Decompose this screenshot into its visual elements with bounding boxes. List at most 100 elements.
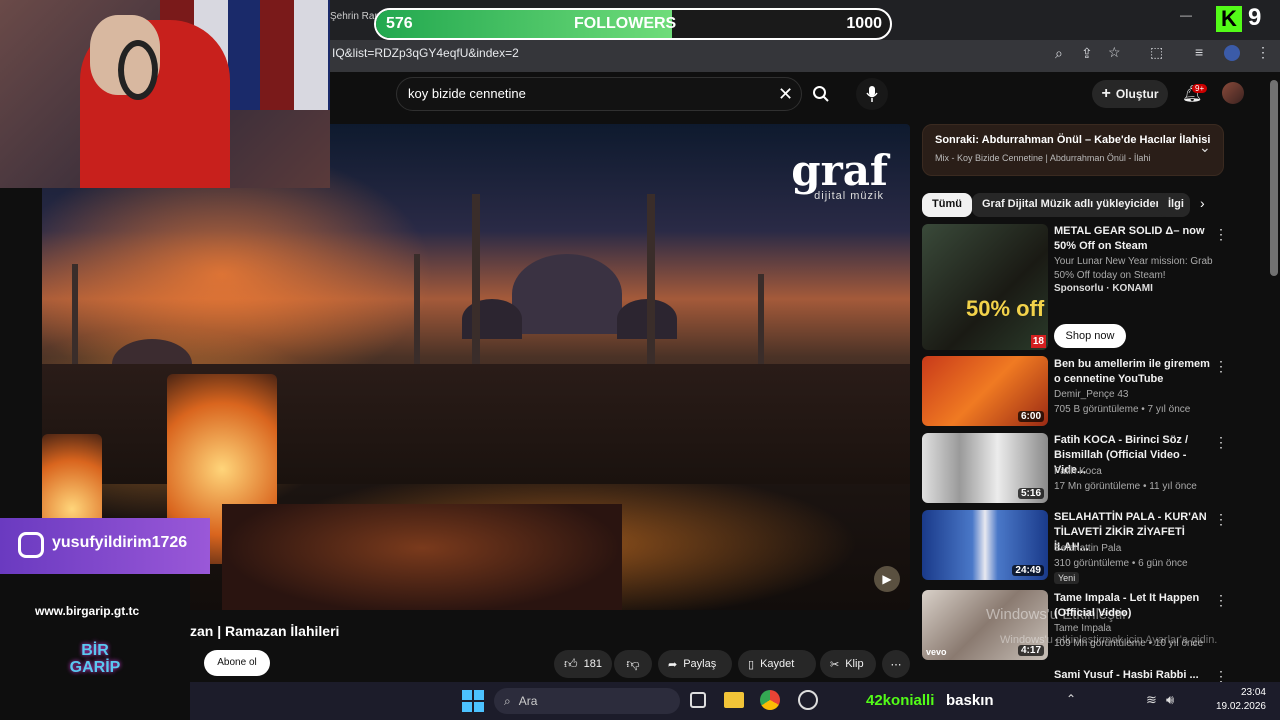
taskbar-search-label: Ara <box>518 694 538 708</box>
windows-activation-title: Windows'u Etkinleştir <box>986 606 1128 623</box>
zoom-icon[interactable]: ⌕ <box>1055 45 1063 62</box>
more-options-icon[interactable]: ⋮ <box>1214 511 1228 528</box>
tray-chevron-icon[interactable]: ⌃ <box>1066 692 1076 706</box>
chevron-down-icon[interactable]: ⌄ <box>1199 139 1211 156</box>
network-icon[interactable]: ≋ <box>1146 692 1157 708</box>
followers-goal: 1000 <box>846 15 882 32</box>
channel-watermark-sub: dijital müzik <box>814 190 884 202</box>
duration-badge: 4:17 <box>1017 645 1044 656</box>
bookmark-icon: ▯ <box>748 658 755 671</box>
thumbs-up-icon: 👍︎ <box>564 656 578 671</box>
minaret <box>647 194 655 374</box>
clear-search-icon[interactable]: ✕ <box>778 84 793 105</box>
clip-label: Klip <box>845 658 864 670</box>
instagram-banner: yusufyildirim1726 <box>0 518 210 574</box>
video-title: zan | Ramazan İlahileri <box>190 623 340 639</box>
sidebar-item-stats: 310 görüntüleme • 6 gün önce <box>1054 558 1188 569</box>
search-input[interactable]: koy bizide cennetine <box>408 86 526 101</box>
ad-description: Your Lunar New Year mission: Grab 50% Of… <box>1054 256 1213 281</box>
subscribe-button[interactable]: Abone ol <box>204 650 270 676</box>
clock-time[interactable]: 23:04 <box>1226 687 1266 698</box>
chevron-right-icon[interactable]: › <box>1200 195 1205 211</box>
duration-badge: 6:00 <box>1017 411 1044 422</box>
new-badge: Yeni <box>1054 572 1080 584</box>
chip-all[interactable]: Tümü <box>922 193 972 217</box>
video-thumbnail[interactable]: 24:49 <box>922 510 1048 580</box>
search-button[interactable] <box>802 77 840 111</box>
followers-current: 576 <box>386 15 413 32</box>
more-options-icon[interactable]: ⋮ <box>1214 226 1228 243</box>
instagram-handle: yusufyildirim1726 <box>52 534 188 551</box>
up-next-panel[interactable]: Sonraki: Abdurrahman Önül – Kabe'de Hacı… <box>922 124 1224 176</box>
webcam-overlay <box>0 0 330 188</box>
minaret <box>414 254 420 374</box>
more-options-icon[interactable]: ⋮ <box>1214 592 1228 609</box>
more-options-icon[interactable]: ⋮ <box>1214 358 1228 375</box>
windows-activation-subtitle: Windows'u etkinleştirmek için Ayarlar'a … <box>1000 634 1218 646</box>
save-button[interactable]: ▯ Kaydet <box>738 650 816 678</box>
dislike-button[interactable]: 👎︎ <box>614 650 652 678</box>
url-text[interactable]: IQ&list=RDZp3qGY4eqfU&index=2 <box>332 46 519 60</box>
media-queue-icon[interactable]: ≡ <box>1195 44 1203 60</box>
page-scrollbar[interactable] <box>1270 80 1278 276</box>
vevo-logo: vevo <box>926 647 947 657</box>
clip-button[interactable]: ✂ Klip <box>820 650 876 678</box>
ad-thumbnail[interactable]: 50% off 18 <box>922 224 1048 350</box>
ad-sponsor: Sponsorlu · KONAMI <box>1054 283 1153 294</box>
minimize-icon[interactable]: — <box>1180 8 1192 22</box>
video-thumbnail[interactable]: vevo 4:17 <box>922 590 1048 660</box>
microphone-icon <box>866 86 878 102</box>
share-button[interactable]: ➦ Paylaş <box>658 650 732 678</box>
mosque-dome <box>462 299 522 339</box>
age-rating-badge: 18 <box>1030 335 1046 348</box>
create-label: Oluştur <box>1115 87 1159 101</box>
ad-thumbnail-text: 50% off <box>966 296 1045 321</box>
start-button[interactable] <box>462 690 484 712</box>
share-icon: ➦ <box>668 658 678 671</box>
sidebar-item-title[interactable]: Ben bu amellerim ile giremem o cennetine… <box>1054 357 1212 387</box>
mosque-dome <box>512 254 622 334</box>
autoplay-icon[interactable]: ▶ <box>874 566 900 592</box>
extensions-icon[interactable]: ⬚ <box>1150 44 1163 61</box>
voice-search-button[interactable] <box>856 78 888 110</box>
video-thumbnail[interactable]: 5:16 <box>922 433 1048 503</box>
kick-logo: K <box>1216 6 1242 32</box>
chip-related[interactable]: İlgi <box>1158 193 1190 217</box>
notification-badge: 9+ <box>1192 84 1208 93</box>
save-label: Kaydet <box>760 658 795 670</box>
windows-logo-icon <box>462 690 484 712</box>
chip-from-uploader[interactable]: Graf Dijital Müzik adlı yükleyiciden <box>972 193 1173 217</box>
sidebar-item-channel: Fatih Koca <box>1054 466 1102 477</box>
sidebar-item-title[interactable]: METAL GEAR SOLID Δ– now 50% Off on Steam <box>1054 224 1212 254</box>
install-app-icon[interactable]: ⇪ <box>1081 45 1093 62</box>
account-avatar[interactable] <box>1222 82 1244 104</box>
instagram-icon <box>18 532 44 558</box>
profile-avatar-icon[interactable] <box>1224 45 1240 61</box>
bookmark-star-icon[interactable]: ☆ <box>1108 44 1121 61</box>
up-next-title: Sonraki: Abdurrahman Önül – Kabe'de Hacı… <box>935 134 1211 146</box>
sidebar-item-channel: Demir_Pençe 43 <box>1054 389 1129 400</box>
more-horizontal-icon: ⋯ <box>890 658 902 671</box>
kick-count: 9 <box>1248 4 1262 31</box>
raid-user: 42konialli <box>866 692 935 709</box>
volume-icon[interactable]: 🔊︎ <box>1166 692 1174 708</box>
sidebar-item-channel: Selahattin Pala <box>1054 543 1122 554</box>
taskbar-search[interactable]: ⌕ Ara <box>494 688 680 714</box>
sidebar-item-stats: 17 Mn görüntüleme • 11 yıl önce <box>1054 481 1197 492</box>
like-button[interactable]: 👍︎ 181 <box>554 650 612 678</box>
birgarip-logo: BİR GARİP <box>69 642 121 676</box>
chrome-menu-icon[interactable]: ⋮ <box>1256 44 1270 61</box>
more-options-icon[interactable]: ⋮ <box>1214 434 1228 451</box>
shop-now-button[interactable]: Shop now <box>1054 324 1126 348</box>
create-button[interactable]: + Oluştur <box>1092 80 1168 108</box>
chrome-taskbar-icon[interactable] <box>760 690 780 710</box>
clock-date[interactable]: 19.02.2026 <box>1212 701 1266 712</box>
file-explorer-icon[interactable] <box>724 692 744 708</box>
task-view-icon[interactable] <box>690 692 706 708</box>
website-url: www.birgarip.gt.tc <box>35 604 140 618</box>
more-actions-button[interactable]: ⋯ <box>882 650 910 678</box>
video-thumbnail[interactable]: 6:00 <box>922 356 1048 426</box>
followers-goal-bar: 576 FOLLOWERS 1000 <box>374 8 892 40</box>
app-taskbar-icon[interactable] <box>798 690 818 710</box>
sidebar-item-title[interactable]: Sami Yusuf - Hasbi Rabbi ... <box>1054 668 1212 683</box>
